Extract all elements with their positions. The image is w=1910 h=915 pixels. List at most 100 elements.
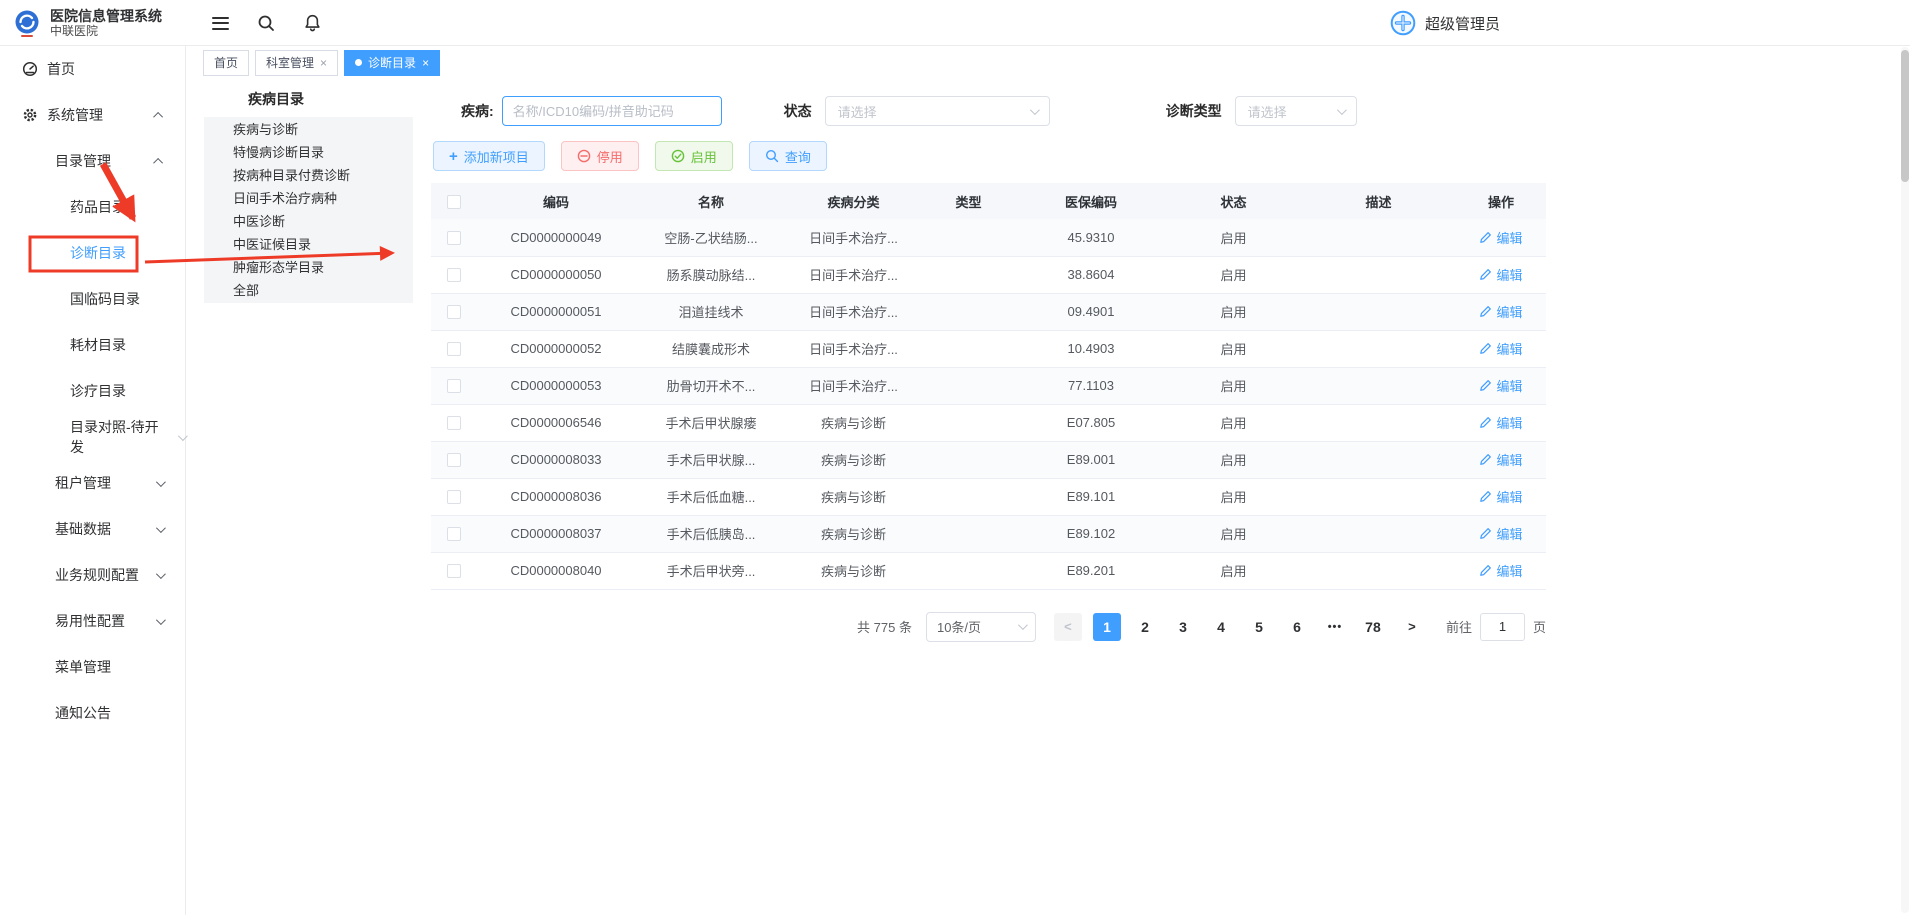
diagnosis-type-select[interactable]: 请选择 <box>1235 96 1357 126</box>
disease-catalog-item[interactable]: 按病种目录付费诊断 <box>204 164 413 187</box>
page-number-button[interactable]: 3 <box>1169 613 1197 641</box>
cell-description <box>1301 293 1456 330</box>
edit-button[interactable]: 编辑 <box>1479 450 1522 469</box>
sidebar-item-consumables-catalog[interactable]: 耗材目录 <box>0 322 185 368</box>
row-checkbox[interactable] <box>447 416 461 430</box>
edit-button[interactable]: 编辑 <box>1479 302 1522 321</box>
sidebar-item-basic-data[interactable]: 基础数据 <box>0 506 185 552</box>
sidebar-item-label: 诊疗目录 <box>70 381 126 401</box>
disease-catalog-item[interactable]: 特慢病诊断目录 <box>204 141 413 164</box>
disable-button[interactable]: 停用 <box>561 141 639 171</box>
row-checkbox[interactable] <box>447 453 461 467</box>
query-button[interactable]: 查询 <box>749 141 827 171</box>
edit-button[interactable]: 编辑 <box>1479 339 1522 358</box>
sidebar-item-tenant-management[interactable]: 租户管理 <box>0 460 185 506</box>
sidebar-item-usability-config[interactable]: 易用性配置 <box>0 598 185 644</box>
row-checkbox[interactable] <box>447 379 461 393</box>
table-row: CD0000000052 结膜囊成形术 日间手术治疗... 10.4903 启用… <box>431 330 1546 367</box>
bell-icon[interactable] <box>302 13 322 33</box>
row-checkbox[interactable] <box>447 564 461 578</box>
gear-icon <box>22 107 38 123</box>
page-number-button[interactable]: 6 <box>1283 613 1311 641</box>
close-icon[interactable]: × <box>320 57 327 69</box>
disease-catalog-item[interactable]: 肿瘤形态学目录 <box>204 256 413 279</box>
disease-catalog-item[interactable]: 全部 <box>204 279 413 302</box>
diagnosis-type-select-placeholder: 请选择 <box>1248 102 1287 121</box>
edit-button[interactable]: 编辑 <box>1479 487 1522 506</box>
cell-status: 启用 <box>1166 256 1301 293</box>
cell-type <box>921 330 1016 367</box>
cell-code: CD0000008033 <box>476 441 636 478</box>
row-checkbox[interactable] <box>447 342 461 356</box>
edit-button[interactable]: 编辑 <box>1479 265 1522 284</box>
cell-category: 疾病与诊断 <box>786 441 921 478</box>
sidebar-item-catalog-mapping[interactable]: 目录对照-待开发 <box>0 414 185 460</box>
next-page-button[interactable]: > <box>1398 613 1426 641</box>
edit-button[interactable]: 编辑 <box>1479 561 1522 580</box>
user-menu[interactable]: 超级管理员 <box>1390 0 1500 46</box>
cell-type <box>921 552 1016 589</box>
sidebar-item-treatment-catalog[interactable]: 诊疗目录 <box>0 368 185 414</box>
sidebar-item-catalog-management[interactable]: 目录管理 <box>0 138 185 184</box>
cell-category: 疾病与诊断 <box>786 515 921 552</box>
edit-button[interactable]: 编辑 <box>1479 524 1522 543</box>
sidebar-item-home[interactable]: 首页 <box>0 46 185 92</box>
scrollbar-track[interactable] <box>1901 47 1909 913</box>
select-all-checkbox[interactable] <box>447 195 461 209</box>
status-select[interactable]: 请选择 <box>825 96 1050 126</box>
tab-diagnosis-catalog[interactable]: 诊断目录 × <box>344 50 440 76</box>
circle-minus-icon <box>577 149 591 163</box>
edit-button[interactable]: 编辑 <box>1479 413 1522 432</box>
sidebar-item-menu-management[interactable]: 菜单管理 <box>0 644 185 690</box>
cell-description <box>1301 330 1456 367</box>
tab-home[interactable]: 首页 <box>203 50 249 76</box>
page-size-select[interactable]: 10条/页 <box>926 612 1036 642</box>
disease-catalog-item[interactable]: 日间手术治疗病种 <box>204 187 413 210</box>
sidebar-item-notice[interactable]: 通知公告 <box>0 690 185 736</box>
brand-text: 医院信息管理系统 中联医院 <box>50 8 162 38</box>
sidebar-item-system-management[interactable]: 系统管理 <box>0 92 185 138</box>
cell-type <box>921 478 1016 515</box>
disease-catalog-item[interactable]: 中医证候目录 <box>204 233 413 256</box>
cell-category: 疾病与诊断 <box>786 404 921 441</box>
cell-insurance-code: E89.102 <box>1016 515 1166 552</box>
menu-collapse-icon[interactable] <box>210 13 230 33</box>
enable-button[interactable]: 启用 <box>655 141 733 171</box>
tab-department-management[interactable]: 科室管理 × <box>255 50 338 76</box>
row-checkbox[interactable] <box>447 305 461 319</box>
table-row: CD0000000050 肠系膜动脉结... 日间手术治疗... 38.8604… <box>431 256 1546 293</box>
edit-button[interactable]: 编辑 <box>1479 376 1522 395</box>
table-row: CD0000008037 手术后低胰岛... 疾病与诊断 E89.102 启用 … <box>431 515 1546 552</box>
prev-page-button[interactable]: < <box>1054 613 1082 641</box>
row-checkbox[interactable] <box>447 490 461 504</box>
goto-page-input[interactable] <box>1480 613 1525 641</box>
page-number-button[interactable]: 78 <box>1359 613 1387 641</box>
scrollbar-thumb[interactable] <box>1901 50 1909 182</box>
close-icon[interactable]: × <box>422 57 429 69</box>
edit-button[interactable]: 编辑 <box>1479 228 1522 247</box>
cell-category: 日间手术治疗... <box>786 219 921 256</box>
page-number-button[interactable]: 2 <box>1131 613 1159 641</box>
cell-code: CD0000000052 <box>476 330 636 367</box>
disease-catalog-item[interactable]: 中医诊断 <box>204 210 413 233</box>
page-number-button[interactable]: 4 <box>1207 613 1235 641</box>
search-icon[interactable] <box>256 13 276 33</box>
row-checkbox[interactable] <box>447 231 461 245</box>
sidebar-item-drug-catalog[interactable]: 药品目录 <box>0 184 185 230</box>
row-checkbox[interactable] <box>447 527 461 541</box>
row-checkbox[interactable] <box>447 268 461 282</box>
tab-label: 首页 <box>214 54 238 71</box>
sidebar-item-national-code-catalog[interactable]: 国临码目录 <box>0 276 185 322</box>
sidebar-item-business-rules[interactable]: 业务规则配置 <box>0 552 185 598</box>
cell-code: CD0000000051 <box>476 293 636 330</box>
page-number-button[interactable]: 1 <box>1093 613 1121 641</box>
page-number-button[interactable]: ••• <box>1321 613 1349 641</box>
goto-label: 前往 <box>1446 617 1472 636</box>
disease-search-input[interactable] <box>502 96 722 126</box>
sidebar-item-diagnosis-catalog[interactable]: 诊断目录 <box>0 230 185 276</box>
add-item-button[interactable]: + 添加新项目 <box>433 141 545 171</box>
disease-catalog-item[interactable]: 疾病与诊断 <box>204 118 413 141</box>
edit-icon <box>1479 527 1492 540</box>
table-header-row: 编码 名称 疾病分类 类型 医保编码 状态 描述 操作 <box>431 183 1546 219</box>
page-number-button[interactable]: 5 <box>1245 613 1273 641</box>
